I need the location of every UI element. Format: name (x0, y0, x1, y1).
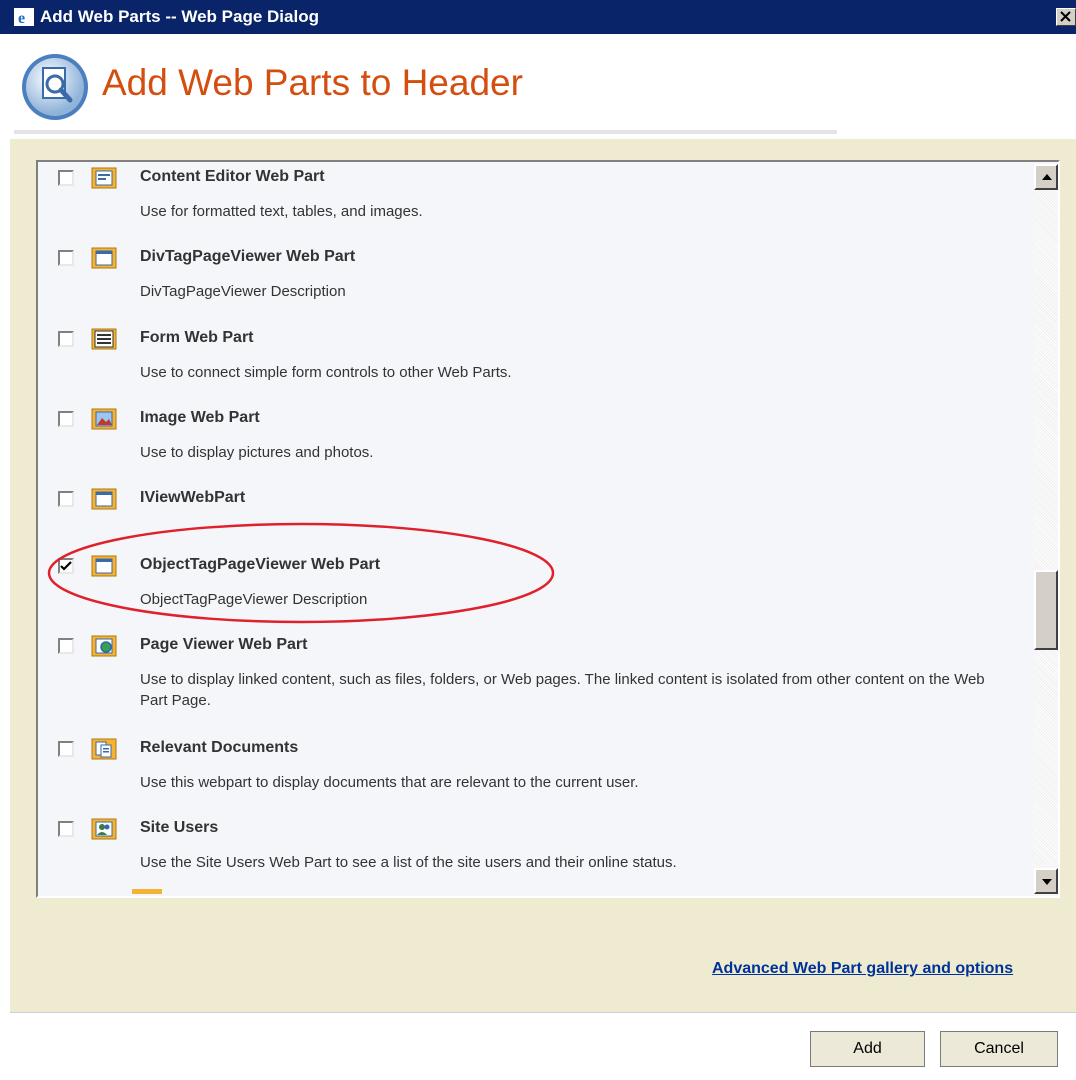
item-name: Form Web Part (140, 329, 254, 346)
site-users-icon (91, 818, 117, 840)
list-scrollbar[interactable] (1034, 164, 1058, 894)
item-description: Use to connect simple form controls to o… (140, 364, 512, 381)
window-title: Add Web Parts -- Web Page Dialog (40, 7, 319, 26)
checkbox[interactable] (58, 411, 74, 427)
item-name: DivTagPageViewer Web Part (140, 248, 356, 265)
web-part-window-icon (91, 488, 117, 510)
next-item-icon-partial (132, 889, 162, 894)
item-description: Use the Site Users Web Part to see a lis… (140, 854, 677, 871)
item-description: Use to display pictures and photos. (140, 444, 374, 461)
internet-explorer-icon: e (14, 8, 34, 26)
form-icon (91, 328, 117, 350)
header-divider (14, 130, 837, 134)
add-button[interactable]: Add (810, 1031, 925, 1067)
checkbox[interactable] (58, 170, 74, 186)
scroll-up-button[interactable] (1034, 164, 1058, 190)
checkbox[interactable] (58, 491, 74, 507)
annotation-ellipse (47, 522, 555, 624)
item-name: Relevant Documents (140, 739, 299, 756)
image-icon (91, 408, 117, 430)
item-description: Use to display linked content, such as f… (140, 671, 985, 709)
advanced-gallery-link[interactable]: Advanced Web Part gallery and options (712, 960, 1013, 978)
item-name: Site Users (140, 819, 219, 836)
scroll-down-button[interactable] (1034, 868, 1058, 894)
web-part-window-icon (91, 247, 117, 269)
dialog-header: Add Web Parts to Header (0, 34, 1076, 139)
item-name: Content Editor Web Part (140, 168, 325, 185)
item-description: DivTagPageViewer Description (140, 283, 346, 300)
checkbox[interactable] (58, 638, 74, 654)
scroll-thumb[interactable] (1034, 570, 1058, 650)
cancel-button[interactable]: Cancel (940, 1031, 1058, 1067)
item-description: Use this webpart to display documents th… (140, 774, 639, 791)
close-button[interactable] (1056, 8, 1076, 26)
content-editor-icon (91, 167, 117, 189)
item-name: IViewWebPart (140, 489, 246, 506)
checkbox[interactable] (58, 250, 74, 266)
svg-text:e: e (18, 10, 25, 26)
page-title: Add Web Parts to Header (102, 62, 523, 103)
checkbox[interactable] (58, 741, 74, 757)
item-name: Page Viewer Web Part (140, 636, 308, 653)
arrow-up-icon (1042, 174, 1052, 180)
item-description: Use for formatted text, tables, and imag… (140, 203, 423, 220)
page-viewer-icon (91, 635, 117, 657)
add-web-part-icon (22, 54, 88, 120)
item-name: Image Web Part (140, 409, 260, 426)
checkbox[interactable] (58, 331, 74, 347)
close-icon (1060, 11, 1071, 22)
window-title-bar: e Add Web Parts -- Web Page Dialog (0, 0, 1076, 34)
arrow-down-icon (1042, 879, 1052, 885)
documents-icon (91, 738, 117, 760)
checkbox[interactable] (58, 821, 74, 837)
